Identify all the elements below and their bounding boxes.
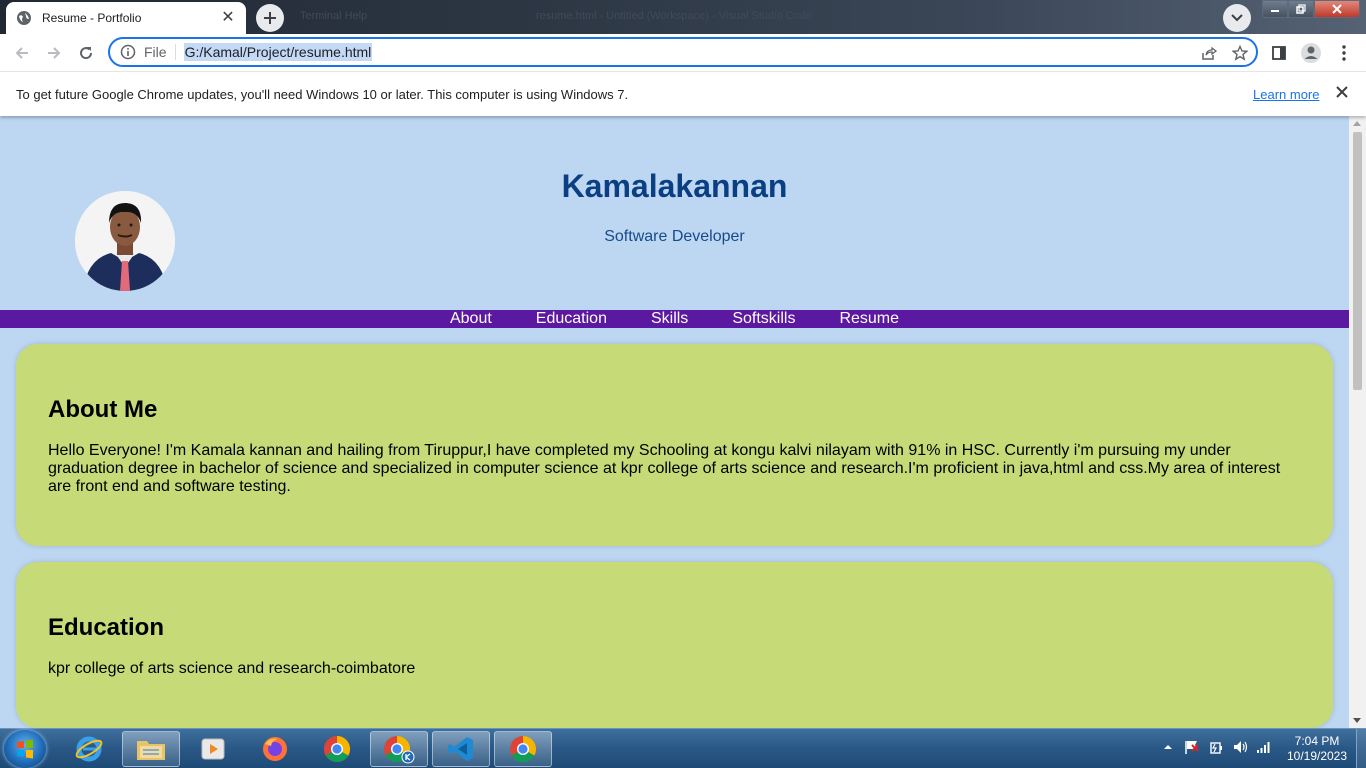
arrow-left-icon — [15, 47, 28, 59]
address-bar[interactable]: File G:/Kamal/Project/resume.html — [108, 37, 1258, 67]
windows-logo-icon — [17, 739, 33, 759]
browser-toolbar: File G:/Kamal/Project/resume.html — [0, 34, 1366, 71]
browser-titlebar: Terminal Help resume.html - Untitled (Wo… — [0, 0, 1366, 34]
nav-link-education[interactable]: Education — [514, 310, 629, 328]
clock-time: 7:04 PM — [1294, 734, 1340, 748]
page-scrollbar[interactable] — [1349, 116, 1366, 728]
kebab-menu-icon[interactable] — [1332, 41, 1356, 65]
tab-title: Resume - Portfolio — [42, 11, 142, 25]
scroll-down-icon[interactable] — [1353, 718, 1361, 723]
page-viewport: Kamalakannan Software Developer About Ed… — [0, 116, 1349, 728]
tab-search-button[interactable] — [1223, 4, 1251, 32]
taskbar-chrome-profile[interactable] — [370, 731, 428, 767]
system-clock[interactable]: 7:04 PM 10/19/2023 — [1284, 734, 1350, 764]
infobar-close-icon[interactable] — [1334, 84, 1350, 100]
bookmark-star-icon[interactable] — [1231, 44, 1249, 62]
reload-button[interactable] — [74, 41, 98, 65]
forward-button[interactable] — [42, 41, 66, 65]
close-icon — [1332, 4, 1342, 14]
nav-link-about[interactable]: About — [428, 310, 514, 328]
window-close-button[interactable] — [1314, 0, 1360, 18]
page-title: Kamalakannan — [561, 168, 788, 204]
chrome-icon — [323, 735, 351, 763]
about-heading: About Me — [48, 396, 158, 423]
action-center-flag-icon[interactable] — [1184, 739, 1200, 755]
chrome-profile-icon — [384, 735, 415, 764]
tray-overflow-icon[interactable] — [1160, 739, 1176, 755]
url-scheme-chip: File — [144, 44, 176, 60]
education-heading: Education — [48, 614, 165, 641]
taskbar-vscode[interactable] — [432, 731, 490, 767]
back-button[interactable] — [10, 41, 34, 65]
plus-icon — [264, 12, 276, 24]
taskbar-file-explorer[interactable] — [122, 731, 180, 767]
info-icon[interactable] — [120, 44, 136, 60]
browser-tab-resume[interactable]: Resume - Portfolio ✕ — [6, 2, 246, 34]
windows-taskbar: 7:04 PM 10/19/2023 — [0, 728, 1366, 768]
media-player-icon — [201, 738, 225, 760]
folder-icon — [137, 741, 165, 760]
restore-icon — [1296, 4, 1306, 14]
taskbar-chrome-2[interactable] — [494, 731, 552, 767]
show-desktop-button[interactable] — [1356, 729, 1366, 768]
education-text: kpr college of arts science and research… — [48, 660, 416, 677]
window-restore-button[interactable] — [1288, 0, 1314, 18]
profile-avatar-icon[interactable] — [1299, 41, 1323, 65]
chevron-down-icon — [1231, 14, 1243, 22]
minimize-icon — [1271, 10, 1279, 12]
url-text[interactable]: G:/Kamal/Project/resume.html — [183, 43, 373, 61]
firefox-icon — [263, 737, 287, 761]
nav-link-resume[interactable]: Resume — [817, 310, 921, 328]
education-section: Education kpr college of arts science an… — [16, 562, 1333, 728]
background-window-title: resume.html - Untitled (Workspace) - Vis… — [536, 10, 812, 22]
tab-close-icon[interactable]: ✕ — [220, 10, 236, 26]
start-button[interactable] — [4, 730, 46, 768]
globe-icon — [17, 11, 31, 25]
share-icon[interactable] — [1200, 44, 1218, 62]
volume-icon[interactable] — [1232, 739, 1248, 755]
infobar-message: To get future Google Chrome updates, you… — [16, 87, 629, 102]
nav-link-softskills[interactable]: Softskills — [710, 310, 817, 328]
nav-link-skills[interactable]: Skills — [629, 310, 710, 328]
learn-more-link[interactable]: Learn more — [1253, 87, 1319, 102]
taskbar-chrome-1[interactable] — [308, 731, 366, 767]
main-nav: About Education Skills Softskills Resume — [0, 310, 1349, 328]
clock-date: 10/19/2023 — [1286, 749, 1348, 763]
network-signal-icon[interactable] — [1256, 739, 1272, 755]
scrollbar-thumb[interactable] — [1353, 132, 1362, 390]
scroll-up-icon[interactable] — [1353, 121, 1361, 126]
vscode-icon — [448, 737, 473, 761]
about-section: About Me Hello Everyone! I'm Kamala kann… — [16, 344, 1333, 546]
reload-icon — [80, 47, 93, 60]
power-icon[interactable] — [1208, 739, 1224, 755]
update-infobar: To get future Google Chrome updates, you… — [0, 71, 1366, 116]
taskbar-firefox[interactable] — [246, 731, 304, 767]
about-text: Hello Everyone! I'm Kamala kannan and ha… — [48, 442, 1281, 495]
arrow-right-icon — [48, 47, 61, 59]
background-window-menu: Terminal Help — [300, 10, 368, 22]
internet-explorer-icon — [75, 736, 103, 762]
chrome-icon — [510, 735, 537, 763]
side-panel-icon[interactable] — [1267, 41, 1291, 65]
taskbar-media-player[interactable] — [184, 731, 242, 767]
window-minimize-button[interactable] — [1262, 0, 1288, 18]
taskbar-internet-explorer[interactable] — [60, 731, 118, 767]
page-subtitle: Software Developer — [604, 228, 745, 245]
page-header: Kamalakannan Software Developer — [0, 116, 1349, 310]
new-tab-button[interactable] — [256, 4, 284, 32]
